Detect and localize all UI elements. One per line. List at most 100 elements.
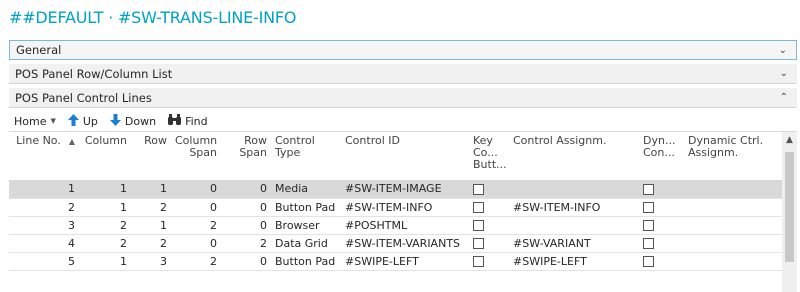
fasttab-pos-panel-control-lines[interactable]: POS Panel Control Lines ⌃ [9, 88, 797, 108]
header-column[interactable]: Column [79, 132, 131, 180]
dyn-checkbox[interactable] [643, 220, 654, 231]
header-control-type[interactable]: Control Type [271, 132, 341, 180]
cell-dyn-checkbox-cell [639, 216, 684, 235]
cell-column-span: 0 [171, 180, 221, 199]
cell-control-id: #SW-ITEM-VARIANTS [341, 234, 469, 253]
cell-control-id: #SW-ITEM-IMAGE [341, 180, 469, 199]
cell-control-assignm [509, 180, 639, 199]
header-dynamic-ctrl-assignm[interactable]: Dynamic Ctrl. Assignm. [684, 132, 782, 180]
header-line-no-label: Line No. [16, 134, 61, 147]
cell-row: 1 [131, 216, 171, 235]
dyn-checkbox[interactable] [643, 238, 654, 249]
cell-row-span: 0 [221, 216, 271, 235]
cell-control-id: #POSHTML [341, 216, 469, 235]
cell-column-span: 2 [171, 252, 221, 271]
cell-control-assignm: #SW-VARIANT [509, 234, 639, 253]
cell-row-span: 2 [221, 234, 271, 253]
chevron-down-icon[interactable]: ⌄ [780, 68, 788, 79]
fasttab-pos-panel-control-lines-label: POS Panel Control Lines [15, 90, 152, 105]
chevron-up-icon[interactable]: ⌃ [780, 92, 788, 103]
lines-toolbar: Home ▼ Up Down Find [14, 112, 220, 130]
table-row[interactable]: 5 1 3 2 0 Button Pad #SWIPE-LEFT #SWIPE-… [9, 252, 782, 271]
table-row[interactable]: 3 2 1 2 0 Browser #POSHTML [9, 216, 782, 235]
scrollbar-thumb[interactable] [785, 152, 794, 262]
page-title: ##DEFAULT · #SW-TRANS-LINE-INFO [9, 8, 297, 27]
scroll-up-icon[interactable]: ▲ [782, 132, 797, 148]
binoculars-icon [168, 114, 182, 128]
arrow-up-icon [67, 113, 79, 129]
home-menu-button[interactable]: Home ▼ [14, 115, 56, 128]
header-key-co-butt[interactable]: Key Co... Butt... [469, 132, 509, 180]
table-row[interactable]: 1 1 1 0 0 Media #SW-ITEM-IMAGE [9, 180, 782, 199]
key-checkbox[interactable] [473, 220, 484, 231]
header-row-span[interactable]: Row Span [221, 132, 271, 180]
cell-column: 1 [79, 198, 131, 217]
cell-control-assignm: #SW-ITEM-INFO [509, 198, 639, 217]
grid-header-row: Line No. ▲ Column Row Column Span Row Spa… [9, 132, 782, 180]
cell-dyn-checkbox-cell [639, 180, 684, 199]
header-dyn-con[interactable]: Dyn... Con... [639, 132, 684, 180]
control-lines-table: Line No. ▲ Column Row Column Span Row Spa… [9, 132, 782, 271]
cell-control-type: Media [271, 180, 341, 199]
cell-row-span: 0 [221, 198, 271, 217]
key-checkbox[interactable] [473, 183, 484, 195]
cell-dynamic-ctrl-assignm [684, 252, 782, 271]
find-button[interactable]: Find [168, 114, 208, 128]
cell-column-span: 0 [171, 198, 221, 217]
cell-column: 2 [79, 234, 131, 253]
cell-line-no: 5 [9, 252, 79, 271]
key-checkbox[interactable] [473, 238, 484, 249]
header-column-span[interactable]: Column Span [171, 132, 221, 180]
header-row[interactable]: Row [131, 132, 171, 180]
cell-dyn-checkbox-cell [639, 252, 684, 271]
sort-ascending-icon: ▲ [68, 137, 75, 146]
cell-row: 1 [131, 180, 171, 199]
cell-line-no: 4 [9, 234, 79, 253]
table-row[interactable]: 4 2 2 0 2 Data Grid #SW-ITEM-VARIANTS #S… [9, 234, 782, 253]
cell-key-checkbox-cell [469, 216, 509, 235]
cell-column-span: 2 [171, 216, 221, 235]
cell-control-assignm [509, 216, 639, 235]
control-lines-grid: Line No. ▲ Column Row Column Span Row Spa… [9, 131, 797, 292]
cell-control-id: #SWIPE-LEFT [341, 252, 469, 271]
cell-dynamic-ctrl-assignm [684, 234, 782, 253]
cell-line-no: 1 [9, 180, 79, 199]
cell-row: 3 [131, 252, 171, 271]
cell-row-span: 0 [221, 252, 271, 271]
down-button[interactable]: Down [109, 113, 156, 129]
fasttab-pos-panel-row-column-list-label: POS Panel Row/Column List [15, 66, 173, 81]
arrow-down-icon [109, 113, 121, 129]
chevron-down-icon: ▼ [50, 117, 56, 125]
cell-dynamic-ctrl-assignm [684, 216, 782, 235]
header-control-id[interactable]: Control ID [341, 132, 469, 180]
header-line-no[interactable]: Line No. ▲ [9, 132, 79, 180]
cell-key-checkbox-cell [469, 234, 509, 253]
find-button-label: Find [185, 114, 208, 128]
table-row[interactable]: 2 1 2 0 0 Button Pad #SW-ITEM-INFO #SW-I… [9, 198, 782, 217]
cell-control-assignm: #SWIPE-LEFT [509, 252, 639, 271]
cell-line-no: 3 [9, 216, 79, 235]
cell-row: 2 [131, 234, 171, 253]
cell-control-type: Browser [271, 216, 341, 235]
key-checkbox[interactable] [473, 256, 484, 267]
cell-row-span: 0 [221, 180, 271, 199]
up-button[interactable]: Up [67, 113, 98, 129]
dyn-checkbox[interactable] [643, 183, 654, 195]
vertical-scrollbar[interactable]: ▲ [782, 132, 797, 292]
cell-key-checkbox-cell [469, 198, 509, 217]
fasttab-general[interactable]: General ⌄ [9, 40, 797, 60]
cell-dynamic-ctrl-assignm [684, 198, 782, 217]
chevron-down-icon[interactable]: ⌄ [779, 45, 787, 56]
key-checkbox[interactable] [473, 202, 484, 213]
cell-dyn-checkbox-cell [639, 198, 684, 217]
cell-line-no: 2 [9, 198, 79, 217]
fasttab-general-label: General [16, 43, 62, 57]
dyn-checkbox[interactable] [643, 202, 654, 213]
cell-column: 1 [79, 180, 131, 199]
cell-column: 1 [79, 252, 131, 271]
fasttab-pos-panel-row-column-list[interactable]: POS Panel Row/Column List ⌄ [9, 64, 797, 84]
dyn-checkbox[interactable] [643, 256, 654, 267]
header-control-assignm[interactable]: Control Assignm. [509, 132, 639, 180]
cell-column: 2 [79, 216, 131, 235]
cell-row: 2 [131, 198, 171, 217]
